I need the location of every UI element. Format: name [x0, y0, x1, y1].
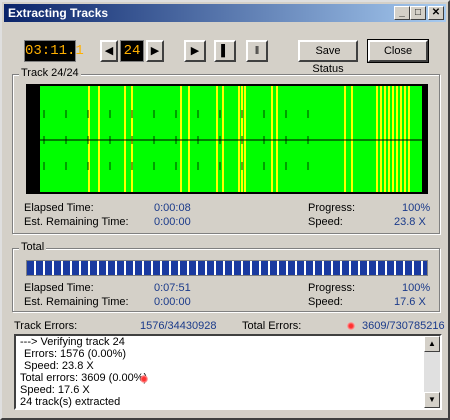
- title-bar[interactable]: Extracting Tracks _ □ ✕: [4, 4, 446, 22]
- total-remaining-label: Est. Remaining Time:: [24, 296, 129, 308]
- waveform-highlight: [216, 86, 218, 192]
- waveform-green-area: [40, 86, 426, 192]
- waveform-highlight: [380, 86, 382, 192]
- waveform-highlight: [392, 86, 394, 192]
- previous-track-button[interactable]: ◀: [100, 40, 118, 62]
- pause-button[interactable]: ‖: [246, 40, 268, 62]
- track-speed-value: 23.8 X: [394, 216, 426, 228]
- log-line: Speed: 17.6 X: [20, 384, 90, 396]
- log-error-indicator-icon: [140, 375, 148, 383]
- waveform-highlight: [404, 86, 406, 192]
- total-speed-value: 17.6 X: [394, 296, 426, 308]
- waveform-highlight: [400, 86, 402, 192]
- log-textbox[interactable]: ---> Verifying track 24 Errors: 1576 (0.…: [14, 334, 442, 410]
- waveform-highlight: [388, 86, 390, 192]
- error-indicator-icon: [347, 322, 355, 330]
- minimize-button[interactable]: _: [394, 6, 410, 20]
- track-speed-label: Speed:: [308, 216, 343, 228]
- waveform-highlight: [98, 86, 100, 192]
- waveform-highlight: [271, 86, 273, 192]
- scroll-up-arrow-icon[interactable]: ▲: [424, 336, 440, 352]
- waveform-display: [26, 84, 428, 194]
- track-elapsed-value: 0:00:08: [154, 202, 191, 214]
- close-button[interactable]: Close: [367, 39, 429, 63]
- track-group-label: Track 24/24: [19, 67, 81, 79]
- total-errors-label: Total Errors:: [242, 320, 302, 332]
- log-line: Total errors: 3609 (0.00%): [20, 372, 148, 384]
- waveform-highlight: [276, 86, 278, 192]
- close-window-button[interactable]: ✕: [428, 6, 444, 20]
- next-track-button[interactable]: ▶: [146, 40, 164, 62]
- waveform-highlight: [222, 86, 224, 192]
- waveform-highlight: [396, 86, 398, 192]
- maximize-button[interactable]: □: [410, 6, 426, 20]
- waveform-highlight: [408, 86, 410, 192]
- elapsed-time-display: 03:11.1: [24, 40, 84, 62]
- stop-button[interactable]: ▌: [214, 40, 236, 62]
- window-title: Extracting Tracks: [8, 6, 109, 20]
- waveform-highlight: [238, 86, 240, 192]
- log-line: ---> Verifying track 24: [20, 336, 125, 348]
- waveform-highlight: [244, 86, 246, 192]
- track-progress-value: 100%: [402, 202, 431, 214]
- total-progress-label: Progress:: [308, 282, 356, 294]
- waveform-highlight: [124, 86, 126, 192]
- total-group-label: Total: [19, 241, 47, 253]
- track-progress-label: Progress:: [308, 202, 356, 214]
- log-line: Speed: 23.8 X: [24, 360, 94, 372]
- track-remaining-label: Est. Remaining Time:: [24, 216, 129, 228]
- total-progress-bar: [26, 260, 428, 276]
- track-remaining-value: 0:00:00: [154, 216, 191, 228]
- total-errors-value: 3609/730785216: [362, 320, 445, 332]
- total-progress-fill: [27, 261, 427, 275]
- total-remaining-value: 0:00:00: [154, 296, 191, 308]
- track-errors-value: 1576/34430928: [140, 320, 217, 332]
- waveform-highlight: [188, 86, 190, 192]
- waveform-highlight: [376, 86, 378, 192]
- waveform-highlight: [384, 86, 386, 192]
- track-errors-label: Track Errors:: [14, 320, 78, 332]
- extracting-tracks-window: Extracting Tracks _ □ ✕ 03:11.1 ◀ 24 ▶ ▶…: [0, 0, 450, 420]
- log-line: 24 track(s) extracted: [20, 396, 121, 408]
- save-status-button[interactable]: Save Status: [298, 40, 358, 75]
- waveform-highlight: [351, 86, 353, 192]
- log-scrollbar[interactable]: ▲ ▼: [424, 336, 440, 408]
- log-line: Errors: 1576 (0.00%): [24, 348, 127, 360]
- scroll-down-arrow-icon[interactable]: ▼: [424, 392, 440, 408]
- play-button[interactable]: ▶: [184, 40, 206, 62]
- total-speed-label: Speed:: [308, 296, 343, 308]
- total-progress-value: 100%: [402, 282, 431, 294]
- track-elapsed-label: Elapsed Time:: [24, 202, 94, 214]
- waveform-end: [422, 86, 428, 192]
- track-number-display: 24: [120, 40, 144, 62]
- total-elapsed-label: Elapsed Time:: [24, 282, 94, 294]
- waveform-highlight: [344, 86, 346, 192]
- waveform-highlight: [180, 86, 182, 192]
- total-elapsed-value: 0:07:51: [154, 282, 191, 294]
